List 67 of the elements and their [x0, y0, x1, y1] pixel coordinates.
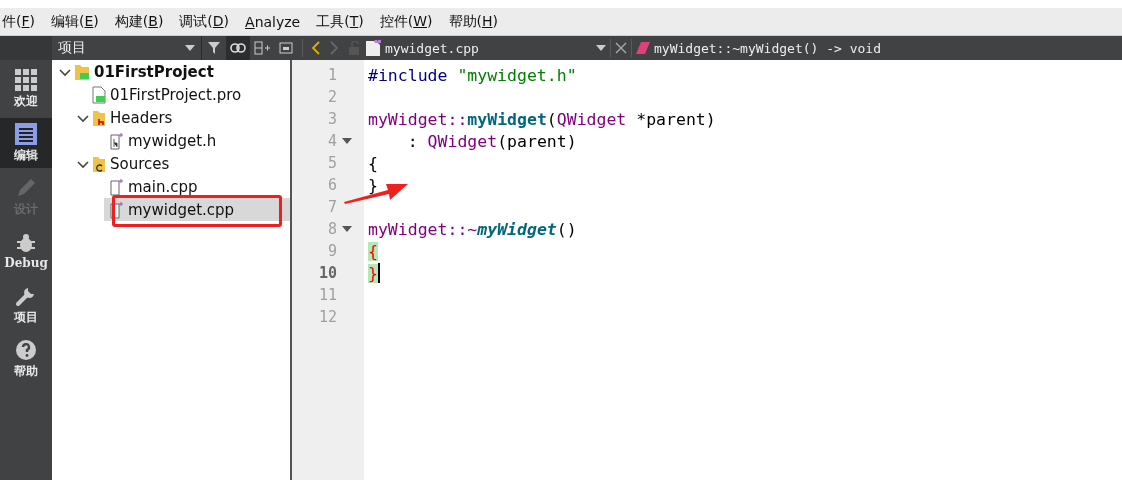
menu-item[interactable]: 控件(W) [379, 12, 433, 31]
line-number: 2 [326, 88, 337, 106]
file-icon [92, 85, 106, 104]
line-number: 11 [317, 286, 337, 304]
menu-item[interactable]: Analyze [245, 13, 301, 30]
mode-button[interactable]: 编辑 [0, 118, 52, 168]
line-number: 3 [326, 110, 337, 128]
fold-icon[interactable] [342, 138, 352, 144]
mode-button[interactable]: 帮助 [0, 334, 52, 384]
pencil-icon [15, 176, 37, 199]
mode-button[interactable]: Debug [0, 226, 52, 276]
caret-icon[interactable] [596, 45, 606, 51]
code-line: : QWidget(parent) [406, 131, 577, 151]
folder-icon [92, 108, 106, 127]
line-number: 9 [326, 242, 337, 260]
chevron-icon[interactable] [77, 160, 89, 169]
file-name[interactable]: mywidget.cpp [381, 40, 596, 56]
split-icon[interactable] [254, 41, 270, 55]
chevron-icon[interactable] [77, 114, 89, 123]
code-line: { [368, 153, 378, 173]
close-icon[interactable] [615, 42, 627, 54]
code-line: myWidget::myWidget(QWidget *parent) [368, 109, 716, 129]
line-number: 7 [326, 198, 337, 216]
fold-icon[interactable] [342, 226, 352, 232]
code-line: myWidget::~myWidget() [368, 219, 577, 239]
menu-item[interactable]: 件(F) [2, 12, 35, 31]
file-icon [110, 200, 124, 219]
grid-icon [15, 68, 37, 91]
line-number: 5 [326, 154, 337, 172]
tree-item[interactable]: mywidget.h [52, 129, 290, 152]
tree-item[interactable]: Sources [52, 152, 290, 175]
folder-icon [74, 62, 90, 81]
mode-button[interactable]: 项目 [0, 280, 52, 330]
mode-button[interactable]: 欢迎 [0, 64, 52, 114]
caret-icon [185, 45, 195, 51]
document-icon [15, 122, 37, 145]
filter-icon[interactable] [207, 41, 221, 55]
link-icon[interactable] [230, 43, 246, 53]
line-number: 1 [326, 66, 337, 84]
bug-icon [15, 232, 37, 254]
menu-item[interactable]: 编辑(E) [51, 12, 99, 31]
help-icon [15, 338, 37, 361]
menu-item[interactable]: 调试(D) [179, 12, 230, 31]
code-line: #include "mywidget.h" [368, 65, 577, 85]
menu-item[interactable]: 构建(B) [114, 12, 164, 31]
tree-item[interactable]: 01FirstProject.pro [52, 83, 290, 106]
file-icon [365, 39, 381, 57]
line-number: 12 [317, 308, 337, 326]
diamond-icon [636, 42, 650, 54]
symbol-selector[interactable]: myWidget::~myWidget() -> void [650, 40, 881, 56]
chevron-icon[interactable] [59, 68, 71, 77]
code-line: } [368, 175, 378, 195]
line-number: 4 [326, 132, 337, 150]
folder-icon [92, 154, 106, 173]
menu-item[interactable]: 工具(T) [316, 12, 364, 31]
file-icon [110, 131, 124, 150]
back-icon[interactable] [311, 41, 321, 55]
tree-item[interactable]: 01FirstProject [52, 60, 290, 83]
line-number: 10 [317, 264, 337, 282]
tree-item[interactable]: Headers [52, 106, 290, 129]
line-number: 6 [326, 176, 337, 194]
file-icon [110, 177, 124, 196]
menu-item[interactable]: 帮助(H) [448, 12, 498, 31]
collapse-icon[interactable] [279, 42, 293, 54]
text-cursor [377, 263, 380, 283]
line-number: 8 [326, 220, 337, 238]
tree-item[interactable]: main.cpp [52, 175, 290, 198]
